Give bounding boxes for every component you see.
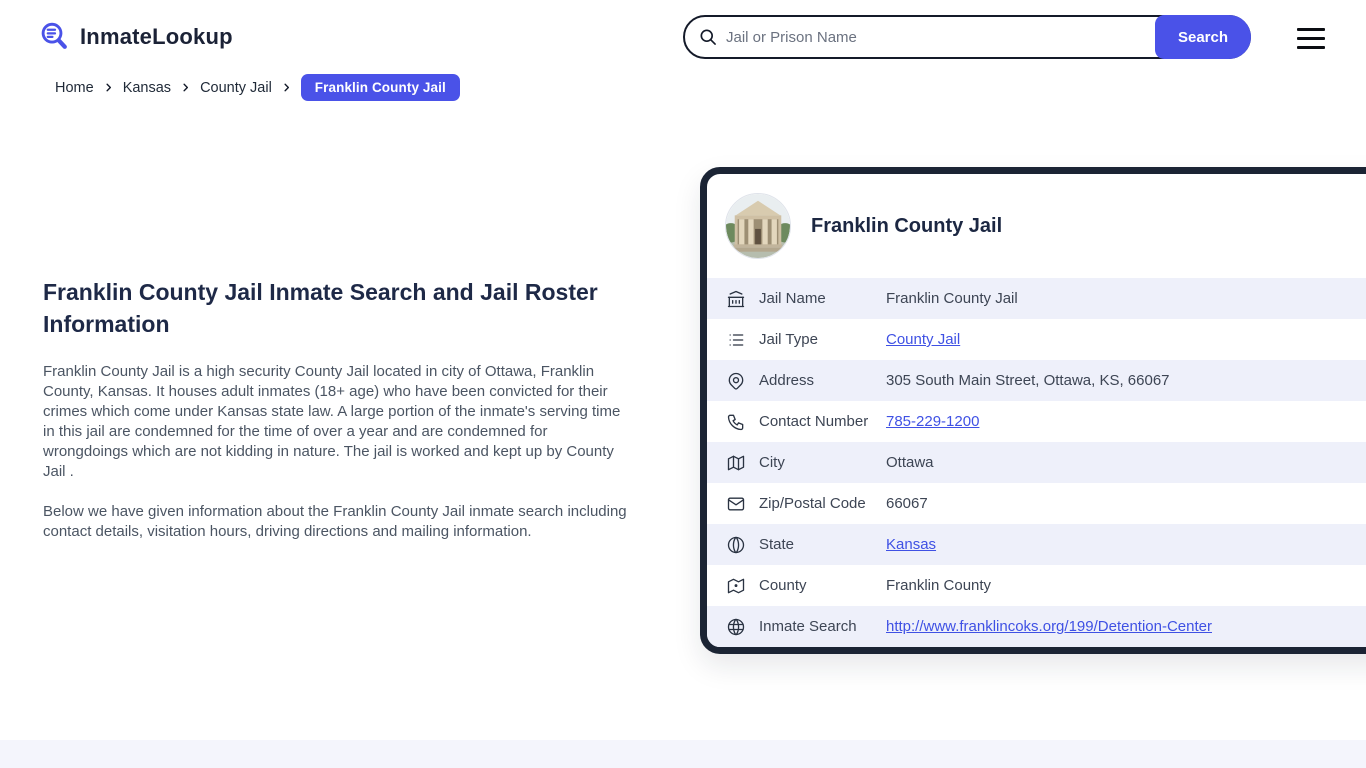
site-header: InmateLookup Search [0,0,1366,74]
table-row: County Franklin County [707,565,1366,606]
map-pin-icon [726,371,746,391]
chevron-right-icon [103,82,114,93]
table-row: City Ottawa [707,442,1366,483]
row-value[interactable]: County Jail [886,331,960,348]
jail-card-header: Franklin County Jail [707,174,1366,278]
row-label: County [759,577,807,594]
table-row: Zip/Postal Code 66067 [707,483,1366,524]
row-value: 66067 [886,495,928,512]
row-label: State [759,536,795,553]
breadcrumb-link[interactable]: Home [55,80,94,96]
row-label: City [759,454,785,471]
table-row: Address 305 South Main Street, Ottawa, KS… [707,360,1366,401]
list-icon [726,330,746,350]
county-map-icon [726,576,746,596]
jail-info-rows: Jail Name Franklin County Jail Jail Type Co… [707,278,1366,647]
article: Franklin County Jail Inmate Search and J… [43,276,635,562]
breadcrumb-link[interactable]: County Jail [200,80,272,96]
footer-band [0,740,1366,768]
search-button[interactable]: Search [1155,15,1251,59]
search-icon [698,27,718,47]
row-label: Inmate Search [759,618,857,635]
row-label: Jail Name [759,290,826,307]
row-value: Franklin County [886,577,992,594]
row-value: Franklin County Jail [886,290,1018,307]
bank-icon [726,289,746,309]
table-row: Jail Type County Jail [707,319,1366,360]
row-value[interactable]: http://www.franklincoks.org/199/Detentio… [886,618,1212,635]
page-title: Franklin County Jail Inmate Search and J… [43,279,598,337]
logo-magnifier-icon [38,20,72,54]
breadcrumb-current-badge: Franklin County Jail [300,74,460,101]
breadcrumb: Home Kansas County Jail Franklin County Jai… [55,74,460,101]
chevron-right-icon [281,82,292,93]
row-label: Jail Type [759,331,818,348]
row-value: Ottawa [886,454,934,471]
table-row: Inmate Search http://www.franklincoks.org… [707,606,1366,647]
map-icon [726,453,746,473]
world-icon [726,617,746,637]
table-row: State Kansas [707,524,1366,565]
brand-name: InmateLookup [80,24,233,49]
jail-photo [725,193,791,259]
jail-card-title: Franklin County Jail [811,214,1003,237]
globe-icon [726,535,746,555]
breadcrumb-link[interactable]: Kansas [123,80,171,96]
row-label: Zip/Postal Code [759,495,866,512]
search-input[interactable] [718,28,1149,46]
table-row: Contact Number 785-229-1200 [707,401,1366,442]
row-label: Contact Number [759,413,869,430]
table-row: Jail Name Franklin County Jail [707,278,1366,319]
chevron-right-icon [180,82,191,93]
row-label: Address [759,372,815,389]
row-value[interactable]: 785-229-1200 [886,413,979,430]
jail-info-card: Franklin County Jail Jail Name Franklin C… [700,167,1366,654]
phone-icon [726,412,746,432]
logo[interactable]: InmateLookup [38,20,233,54]
mail-icon [726,494,746,514]
row-value[interactable]: Kansas [886,536,936,553]
row-value: 305 South Main Street, Ottawa, KS, 66067 [886,372,1170,389]
search-bar: Search [683,15,1251,59]
article-paragraph: Below we have given information about th… [43,503,627,540]
article-paragraph: Franklin County Jail is a high security … [43,363,621,480]
hamburger-menu-icon[interactable] [1297,27,1325,49]
